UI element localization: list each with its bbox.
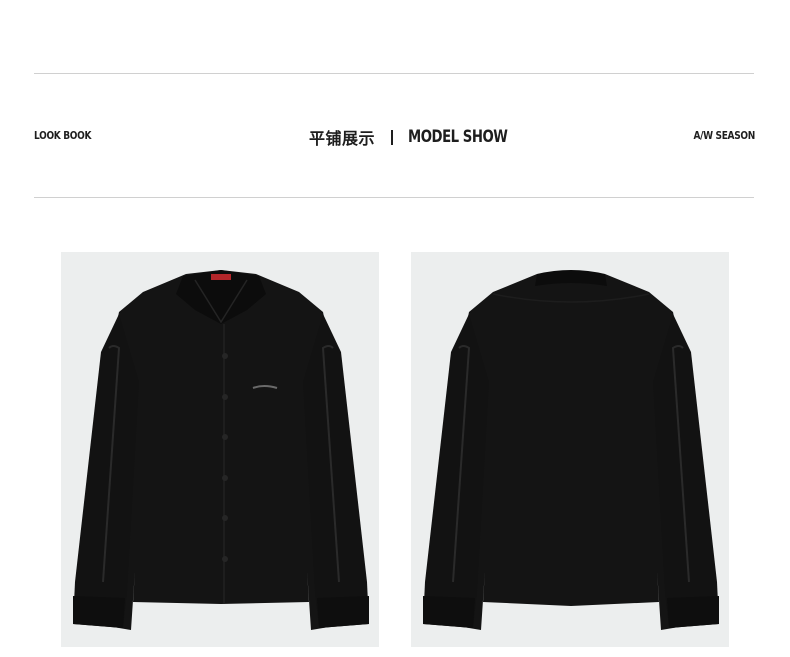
title-chinese: 平铺展示 — [309, 129, 376, 148]
season-label: A/W SEASON — [693, 129, 756, 142]
section-header: LOOK BOOK 平铺展示 MODEL SHOW A/W SEASON — [34, 125, 755, 149]
look-book-label: LOOK BOOK — [34, 129, 92, 142]
top-divider — [34, 73, 754, 74]
bottom-divider — [34, 197, 754, 198]
shirt-back-photo — [411, 252, 729, 647]
section-title: 平铺展示 MODEL SHOW — [309, 125, 536, 149]
black-shirt-back-icon — [423, 270, 719, 630]
shirt-front-photo — [61, 252, 379, 647]
title-separator — [391, 129, 394, 145]
black-shirt-front-icon — [73, 270, 369, 630]
title-english: MODEL SHOW — [408, 127, 508, 147]
